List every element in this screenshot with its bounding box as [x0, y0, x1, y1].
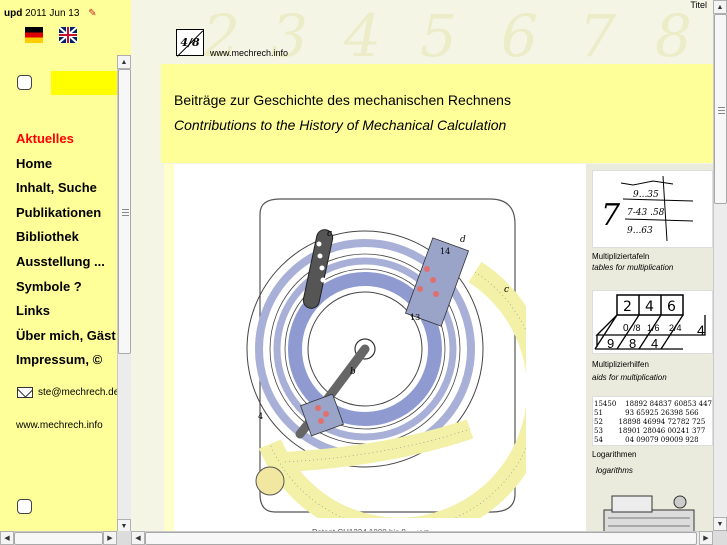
right-horizontal-scrollbar[interactable]: ◀ ▶	[131, 531, 713, 545]
svg-text:c: c	[504, 285, 509, 295]
log-row: 53 18901 28046 00241 377	[594, 427, 706, 435]
nav-item-ausstellung[interactable]: Ausstellung ...	[16, 254, 116, 279]
aid-digit: 4	[645, 299, 654, 315]
right-frame: 2 3 4 5 6 7 8 Titel 4/8 www.mechrech.inf…	[131, 0, 727, 545]
site-link[interactable]: www.mechrech.info	[16, 420, 103, 431]
log-row: 54 04 09079 09009 928	[594, 436, 699, 444]
update-label: upd	[4, 8, 23, 19]
aid-digit: 2	[623, 299, 632, 315]
patent-drawing-image[interactable]: c d c b 4 13 14	[230, 194, 526, 518]
ghost-digit: 2	[203, 2, 240, 70]
log-row: 15450 18892 84837 60853 447	[594, 400, 713, 408]
log-row: 52 18898 46994 72782 725	[594, 418, 706, 426]
sidebar-caption-en-1[interactable]: tables for multiplication	[592, 263, 673, 272]
ghost-digit: 5	[420, 2, 457, 70]
left-horizontal-scrollbar[interactable]: ◀ ▶	[0, 531, 117, 545]
ghost-digit: 7	[579, 2, 616, 70]
left-hscroll-thumb[interactable]	[14, 532, 103, 545]
logo[interactable]: 4/8	[176, 29, 204, 56]
sidebar-caption-de-2[interactable]: Multiplizierhilfen	[592, 360, 649, 369]
envelope-icon	[17, 387, 33, 398]
right-hscroll-thumb[interactable]	[145, 532, 697, 545]
logarithm-table-image[interactable]: 15450 18892 84837 60853 447 51 93 65925 …	[592, 396, 713, 446]
email-link[interactable]: ste@mechrech.de	[17, 387, 119, 398]
nav-item-home[interactable]: Home	[16, 156, 116, 181]
german-flag-icon[interactable]	[25, 27, 43, 43]
pencil-icon: ✎	[88, 8, 97, 19]
scroll-up-arrow-icon[interactable]: ▲	[117, 55, 131, 69]
log-row: 51 93 65925 26398 566	[594, 409, 699, 417]
ghost-digit: 8	[655, 2, 692, 70]
right-vertical-scrollbar[interactable]: ▲ ▼	[713, 0, 727, 531]
svg-text:/8: /8	[633, 323, 641, 333]
svg-text:7-43 .58: 7-43 .58	[627, 208, 665, 218]
checkbox-bottom[interactable]	[17, 499, 32, 514]
header-band	[161, 64, 713, 163]
scroll-corner	[713, 531, 727, 545]
content-area: c d c b 4 13 14 Patent CH1234 1000 bis 8…	[164, 164, 713, 545]
logo-text: 4/8	[180, 36, 200, 49]
scroll-left-arrow-icon[interactable]: ◀	[0, 531, 14, 545]
sidebar-caption-de-1[interactable]: Multipliziertafeln	[592, 252, 649, 261]
titel-label: Titel	[690, 0, 707, 10]
update-date: 2011 Jun 13	[25, 8, 80, 19]
svg-text:4: 4	[258, 412, 263, 421]
left-scroll-thumb[interactable]	[118, 69, 131, 354]
checkbox-top[interactable]	[17, 75, 32, 90]
svg-text:c: c	[327, 229, 332, 239]
scroll-right-arrow-icon[interactable]: ▶	[699, 531, 713, 545]
nav-item-inhalt-suche[interactable]: Inhalt, Suche	[16, 180, 116, 205]
left-vertical-scrollbar[interactable]: ▲ ▼	[117, 55, 131, 533]
svg-text:2/4: 2/4	[669, 323, 682, 333]
nav-item-symbole[interactable]: Symbole ?	[16, 279, 116, 304]
svg-text:1/6: 1/6	[647, 323, 660, 333]
nav-item-impressum[interactable]: Impressum, ©	[16, 352, 116, 377]
email-text: ste@mechrech.de	[38, 387, 120, 398]
right-scroll-thumb[interactable]	[714, 14, 727, 204]
sidebar-caption-en-2[interactable]: aids for multiplication	[592, 373, 667, 382]
aid-digit: 4	[651, 336, 658, 351]
svg-text:13: 13	[410, 313, 420, 322]
ghost-digit: 6	[501, 2, 538, 70]
scroll-down-arrow-icon[interactable]: ▼	[713, 517, 727, 531]
nav-item-bibliothek[interactable]: Bibliothek	[16, 229, 116, 254]
scroll-up-arrow-icon[interactable]: ▲	[713, 0, 727, 14]
multiplication-aids-image[interactable]: 2 4 6 0/8 1/6 2/4 4 9 8 4	[592, 290, 713, 354]
main-nav: Aktuelles Home Inhalt, Suche Publikation…	[16, 131, 116, 377]
scroll-left-arrow-icon[interactable]: ◀	[131, 531, 145, 545]
ghost-digit: 4	[344, 2, 381, 70]
multiplication-table-image[interactable]: 7 9...35 7-43 .58 9...63	[592, 170, 713, 248]
svg-text:14: 14	[440, 247, 450, 256]
scroll-corner	[117, 531, 131, 545]
uk-flag-icon[interactable]	[59, 27, 77, 43]
svg-text:9...63: 9...63	[627, 226, 653, 236]
header-german: Beiträge zur Geschichte des mechanischen…	[174, 92, 511, 108]
nav-item-publikationen[interactable]: Publikationen	[16, 205, 116, 230]
svg-text:4: 4	[697, 322, 705, 338]
svg-text:d: d	[460, 235, 466, 245]
logo-url: www.mechrech.info	[210, 48, 289, 58]
aid-digit: 9	[607, 336, 614, 351]
aid-digit: 8	[629, 336, 636, 351]
update-stamp: upd 2011 Jun 13 ✎	[4, 8, 97, 19]
scroll-right-arrow-icon[interactable]: ▶	[103, 531, 117, 545]
search-box[interactable]	[51, 71, 117, 95]
sidebar-caption-en-3[interactable]: logarithms	[596, 466, 633, 475]
nav-item-aktuelles[interactable]: Aktuelles	[16, 131, 116, 156]
ghost-digit: 3	[271, 2, 308, 70]
svg-text:9...35: 9...35	[633, 190, 659, 200]
svg-text:b: b	[350, 367, 356, 377]
nav-item-links[interactable]: Links	[16, 303, 116, 328]
svg-text:7: 7	[601, 198, 621, 233]
nav-item-ueber-mich[interactable]: Über mich, Gäst	[16, 328, 116, 353]
aid-digit: 6	[667, 299, 676, 315]
left-frame: upd 2011 Jun 13 ✎ Aktuelles Home Inhalt,…	[0, 0, 131, 545]
svg-text:0: 0	[623, 323, 629, 334]
header-english: Contributions to the History of Mechanic…	[174, 117, 507, 133]
sidebar-caption-de-3[interactable]: Logarithmen	[592, 450, 636, 459]
